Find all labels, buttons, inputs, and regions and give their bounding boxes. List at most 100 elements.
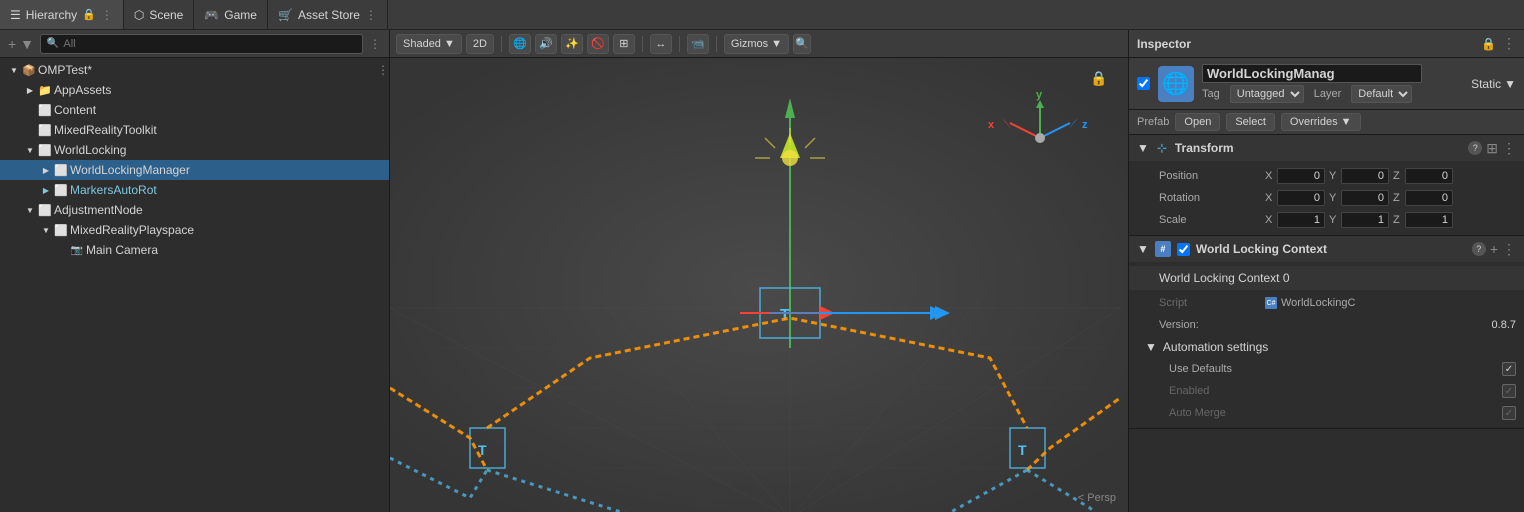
hierarchy-tab-lock-icon: 🔒 [82,8,96,21]
grid-icon-btn[interactable]: ⊞ [613,34,635,54]
hierarchy-panel: + ▼ 🔍 ⋮ 📦 OMPTest* ⋮ 📁 AppAssets [0,30,390,512]
asset-store-tab[interactable]: 🛒 Asset Store ⋮ [268,0,388,29]
cube-icon-content: ⬜ [38,103,52,117]
tree-arrow-wlm [40,164,52,176]
object-header: 🌐 WorldLockingManag Tag Untagged Layer D… [1129,58,1524,110]
tree-arrow-appassets [24,84,36,96]
tree-item-mrps[interactable]: ⬜ MixedRealityPlayspace [0,220,389,240]
scale-z-input[interactable] [1405,212,1453,228]
svg-text:z: z [1082,119,1088,131]
object-name[interactable]: WorldLockingManag [1202,64,1422,83]
use-defaults-row: Use Defaults [1129,358,1524,380]
automation-settings-header[interactable]: ▼ Automation settings [1129,336,1524,358]
rotation-x-input[interactable] [1277,190,1325,206]
hierarchy-tab-overflow-icon[interactable]: ⋮ [101,8,113,22]
object-active-checkbox[interactable] [1137,77,1150,90]
tag-dropdown[interactable]: Untagged [1230,85,1304,103]
hierarchy-tab-menu-icon: ☰ [10,8,21,22]
enabled-checkbox[interactable] [1502,384,1516,398]
transform-header[interactable]: ▼ ⊹ Transform ? ⊞ ⋮ [1129,135,1524,161]
hierarchy-panel-header: + ▼ 🔍 ⋮ [0,30,389,58]
scene-search-icon-btn[interactable]: 🔍 [793,34,811,54]
search-icon: 🔍 [47,38,59,49]
scale-x-input[interactable] [1277,212,1325,228]
tree-item-maincamera[interactable]: 📷 Main Camera [0,240,389,260]
svg-text:🔒: 🔒 [1090,70,1107,87]
position-z-coord: Z [1393,168,1453,184]
transform-expand-icon: ▼ [1137,141,1149,155]
shading-dropdown[interactable]: Shaded ▼ [396,34,462,54]
tree-item-mrt[interactable]: ⬜ MixedRealityToolkit [0,120,389,140]
hierarchy-add-icon[interactable]: + ▼ [8,36,34,52]
tree-item-worldlocking[interactable]: ⬜ WorldLocking [0,140,389,160]
persp-label: < Persp [1078,492,1116,504]
tree-item-adjustmentnode[interactable]: ⬜ AdjustmentNode [0,200,389,220]
tree-item-root[interactable]: 📦 OMPTest* ⋮ [0,60,389,80]
scene-viewport[interactable]: T T T [390,58,1128,512]
toolbar-sep-2 [642,36,643,52]
rotation-label: Rotation [1159,192,1259,204]
static-chevron-icon[interactable]: ▼ [1504,77,1516,91]
2d-label: 2D [473,38,487,50]
audio-icon-btn[interactable]: 🔊 [535,34,557,54]
inspector-overflow-icon[interactable]: ⋮ [1502,35,1516,52]
hierarchy-tab-label: Hierarchy [26,8,77,22]
prefab-open-button[interactable]: Open [1175,113,1220,131]
2d-toggle[interactable]: 2D [466,34,494,54]
cube-icon-worldlocking: ⬜ [38,143,52,157]
hierarchy-tab[interactable]: ☰ Hierarchy 🔒 ⋮ [0,0,124,29]
position-z-input[interactable] [1405,168,1453,184]
transform-overflow-icon[interactable]: ⋮ [1502,140,1516,157]
transform-settings-icon[interactable]: ⊞ [1486,140,1498,157]
use-defaults-checkbox[interactable] [1502,362,1516,376]
layer-dropdown[interactable]: Default [1351,85,1412,103]
hierarchy-overflow-icon[interactable]: ⋮ [369,37,381,51]
gizmos-label: Gizmos [731,38,768,50]
wlm-label: WorldLockingManager [70,163,190,177]
scene-panel: Shaded ▼ 2D 🌐 🔊 ✨ 🚫 ⊞ ↔ 📹 Gizmos ▼ 🔍 [390,30,1129,512]
camera-icon-btn[interactable]: 📹 [687,34,709,54]
prefab-overrides-button[interactable]: Overrides ▼ [1281,113,1361,131]
scene-tab[interactable]: ⬡ Scene [124,0,195,29]
tree-item-markersautorot[interactable]: ⬜ MarkersAutoRot [0,180,389,200]
wl-active-checkbox[interactable] [1177,243,1190,256]
rotation-z-input[interactable] [1405,190,1453,206]
hierarchy-search-box[interactable]: 🔍 [40,34,363,54]
fx-icon-btn[interactable]: ✨ [561,34,583,54]
scale-y-input[interactable] [1341,212,1389,228]
scene-tab-label: Scene [149,8,183,22]
main-content: + ▼ 🔍 ⋮ 📦 OMPTest* ⋮ 📁 AppAssets [0,30,1524,512]
position-x-input[interactable] [1277,168,1325,184]
transform-help-icon[interactable]: ? [1468,141,1482,155]
asset-store-overflow-icon[interactable]: ⋮ [365,8,377,22]
position-y-input[interactable] [1341,168,1389,184]
move-icon-btn[interactable]: ↔ [650,34,672,54]
tree-item-appassets[interactable]: 📁 AppAssets [0,80,389,100]
world-locking-body: World Locking Context 0 Script C# WorldL… [1129,262,1524,428]
hierarchy-search-input[interactable] [63,38,356,50]
wl-add-icon[interactable]: + [1490,241,1498,257]
tree-item-content[interactable]: ⬜ Content [0,100,389,120]
root-overflow-icon[interactable]: ⋮ [377,63,389,77]
scale-z-coord: Z [1393,212,1453,228]
world-locking-header[interactable]: ▼ # World Locking Context ? + ⋮ [1129,236,1524,262]
an-label: AdjustmentNode [54,203,143,217]
scale-row: Scale X Y Z [1129,209,1524,231]
tree-item-worldlockingmanager[interactable]: ⬜ WorldLockingManager [0,160,389,180]
no-go-icon-btn[interactable]: 🚫 [587,34,609,54]
camera-icon: 📷 [70,243,84,257]
wl-help-icon[interactable]: ? [1472,242,1486,256]
wl-overflow-icon[interactable]: ⋮ [1502,241,1516,258]
game-tab[interactable]: 🎮 Game [194,0,268,29]
automation-body: Use Defaults Enabled Auto Merge [1129,358,1524,424]
inspector-lock-icon[interactable]: 🔒 [1481,37,1496,51]
auto-merge-checkbox[interactable] [1502,406,1516,420]
globe-icon-btn[interactable]: 🌐 [509,34,531,54]
scale-label: Scale [1159,214,1259,226]
version-label: Version: [1159,319,1486,331]
rotation-y-input[interactable] [1341,190,1389,206]
gizmos-dropdown[interactable]: Gizmos ▼ [724,34,789,54]
cube-icon-wlm: ⬜ [54,163,68,177]
prefab-select-button[interactable]: Select [1226,113,1275,131]
wl-expand-icon: ▼ [1137,242,1149,256]
